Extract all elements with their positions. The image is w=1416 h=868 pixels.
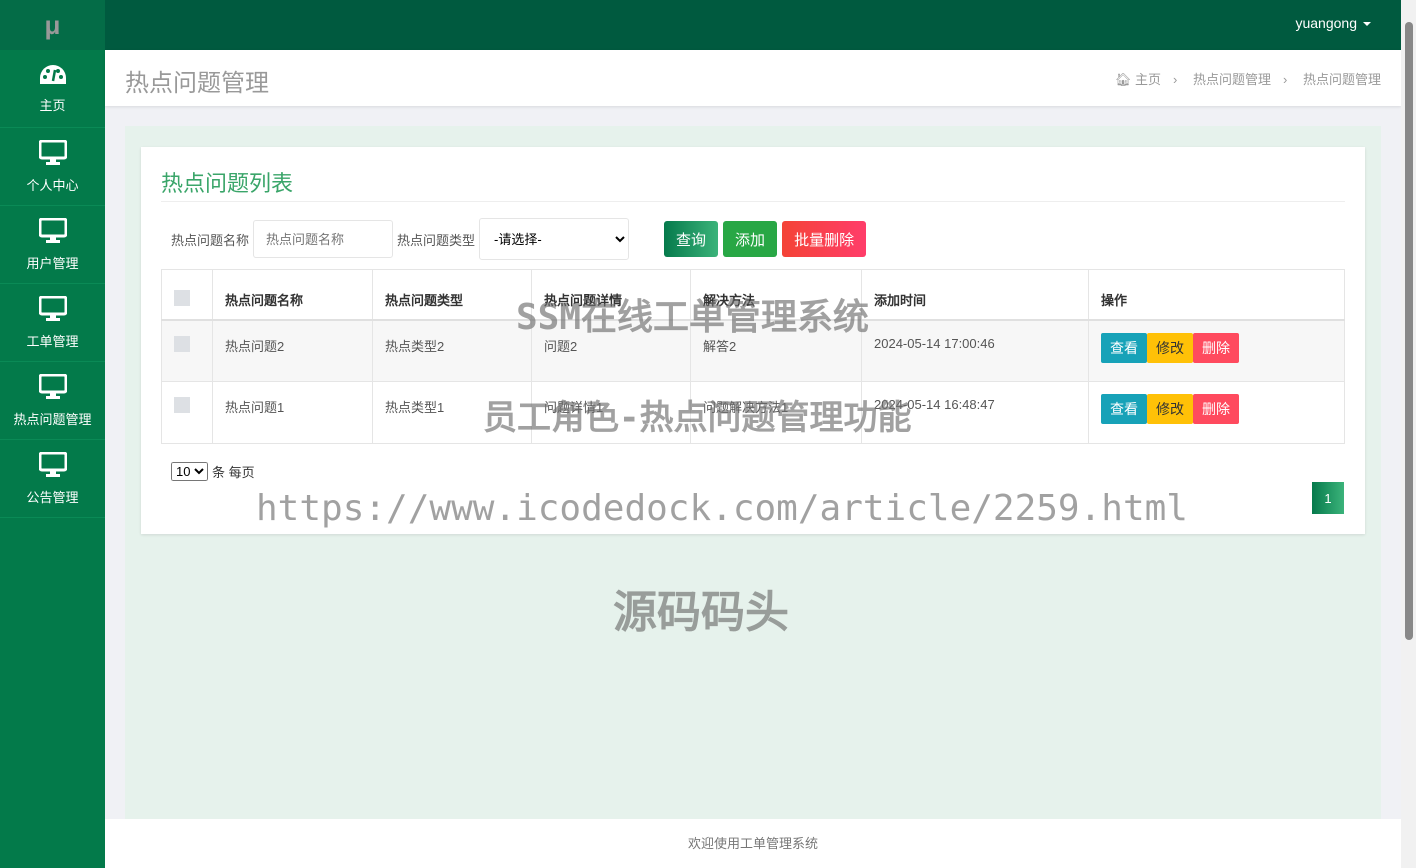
- sidebar-item-3[interactable]: 工单管理: [0, 284, 105, 362]
- column-header: 热点问题名称: [212, 269, 373, 321]
- table-cell: 问题2: [531, 319, 691, 382]
- footer: 欢迎使用工单管理系统: [105, 819, 1401, 868]
- query-button[interactable]: 查询: [664, 221, 719, 257]
- edit-button[interactable]: 修改: [1147, 394, 1193, 424]
- page-header: 热点问题管理 🏠︎ 主页 › 热点问题管理 › 热点问题管理: [105, 50, 1401, 106]
- monitor-icon: [38, 217, 67, 253]
- monitor-icon: [38, 373, 67, 409]
- view-button[interactable]: 查看: [1101, 394, 1147, 424]
- caret-down-icon: [1363, 22, 1371, 27]
- sidebar-item-label: 主页: [39, 97, 66, 113]
- column-header: 热点问题类型: [372, 269, 532, 321]
- sidebar-item-4[interactable]: 热点问题管理: [0, 362, 105, 440]
- type-label: 热点问题类型: [397, 232, 476, 248]
- list-panel: 热点问题列表 热点问题名称 热点问题类型 -请选择- 查询 添加 批量删除 热点…: [141, 147, 1365, 534]
- table-cell: 问题解决方法1: [690, 381, 862, 444]
- sidebar-item-1[interactable]: 个人中心: [0, 128, 105, 206]
- per-page-label: 条 每页: [212, 465, 255, 480]
- actions-cell: 查看 修改 删除: [1088, 381, 1345, 444]
- column-header: 添加时间: [861, 269, 1089, 321]
- monitor-icon: [38, 139, 67, 175]
- data-table: 热点问题名称 热点问题类型 热点问题详情 解决方法 添加时间 操作 热点问题2 热点类型2 问…: [161, 269, 1345, 444]
- monitor-icon: [38, 451, 67, 487]
- table-row: 热点问题2 热点类型2 问题2 解答2 2024-05-14 17:00:46 查看 修改删…: [161, 319, 1345, 382]
- breadcrumb-item[interactable]: 热点问题管理: [1193, 72, 1271, 87]
- table-cell: 热点问题1: [212, 381, 373, 444]
- select-all-header: [161, 269, 213, 321]
- add-button[interactable]: 添加: [723, 221, 778, 257]
- view-button[interactable]: 查看: [1101, 332, 1147, 363]
- page-1-button[interactable]: 1: [1312, 482, 1344, 514]
- column-header: 热点问题详情: [531, 269, 691, 321]
- breadcrumb-current: 热点问题管理: [1302, 72, 1381, 87]
- row-select-cell: [161, 319, 213, 382]
- logo: μ: [0, 0, 105, 50]
- scrollbar-thumb[interactable]: [1405, 22, 1413, 640]
- breadcrumb-home[interactable]: 主页: [1135, 72, 1161, 87]
- batch-delete-button[interactable]: 批量删除: [782, 221, 867, 257]
- dashboard-icon: [39, 64, 67, 95]
- row-checkbox[interactable]: [174, 335, 190, 352]
- actions-cell: 查看 修改 删除: [1088, 319, 1345, 382]
- delete-button[interactable]: 删除: [1193, 394, 1239, 424]
- name-label: 热点问题名称: [171, 232, 250, 248]
- topbar: yuangong: [105, 0, 1401, 50]
- table-cell: 2024-05-14 16:48:47: [861, 381, 1089, 444]
- sidebar-item-2[interactable]: 用户管理: [0, 206, 105, 284]
- sidebar-item-label: 工单管理: [26, 333, 79, 349]
- divider: [161, 201, 1345, 202]
- select-all-checkbox[interactable]: [174, 290, 190, 306]
- user-menu[interactable]: yuangong: [1295, 15, 1371, 31]
- home-icon: 🏠︎: [1114, 72, 1132, 87]
- table-cell: 解答2: [690, 319, 862, 382]
- sidebar-item-5[interactable]: 公告管理: [0, 440, 105, 518]
- sidebar-item-label: 个人中心: [26, 177, 79, 193]
- row-checkbox[interactable]: [174, 397, 190, 413]
- sidebar-item-label: 热点问题管理: [13, 411, 92, 427]
- type-select[interactable]: -请选择-: [479, 218, 630, 260]
- table-cell: 问题详情1: [531, 381, 691, 444]
- row-select-cell: [161, 381, 213, 444]
- table-cell: 热点类型1: [372, 381, 532, 444]
- page-size-select[interactable]: 10: [171, 462, 208, 481]
- sidebar: μ 主页个人中心用户管理工单管理热点问题管理 公告管理: [0, 0, 105, 868]
- breadcrumb: 🏠︎ 主页 › 热点问题管理 › 热点问题管理: [1114, 72, 1381, 87]
- column-header: 操作: [1088, 269, 1345, 321]
- username: yuangong: [1295, 15, 1357, 31]
- sidebar-item-0[interactable]: 主页: [0, 50, 105, 128]
- panel-title: 热点问题列表: [161, 171, 294, 196]
- search-form: 热点问题名称 热点问题类型 -请选择- 查询 添加 批量删除: [171, 218, 871, 260]
- page-title: 热点问题管理: [125, 70, 269, 97]
- table-cell: 热点问题2: [212, 319, 373, 382]
- table-row: 热点问题1 热点类型1 问题详情1 问题解决方法1 2024-05-14 16:48:4…: [161, 381, 1345, 444]
- content-area: 热点问题列表 热点问题名称 热点问题类型 -请选择- 查询 添加 批量删除 热点…: [125, 126, 1381, 826]
- delete-button[interactable]: 删除: [1193, 332, 1239, 363]
- table-cell: 2024-05-14 17:00:46: [861, 319, 1089, 382]
- pagination-size: 10 条 每页: [171, 462, 255, 481]
- name-search-input[interactable]: [253, 220, 394, 258]
- sidebar-item-label: 用户管理: [26, 255, 79, 271]
- column-header: 解决方法: [690, 269, 862, 321]
- edit-button[interactable]: 修改: [1147, 332, 1193, 363]
- monitor-icon: [38, 295, 67, 331]
- sidebar-item-label: 公告管理: [26, 489, 79, 505]
- scrollbar[interactable]: [1401, 0, 1416, 868]
- table-cell: 热点类型2: [372, 319, 532, 382]
